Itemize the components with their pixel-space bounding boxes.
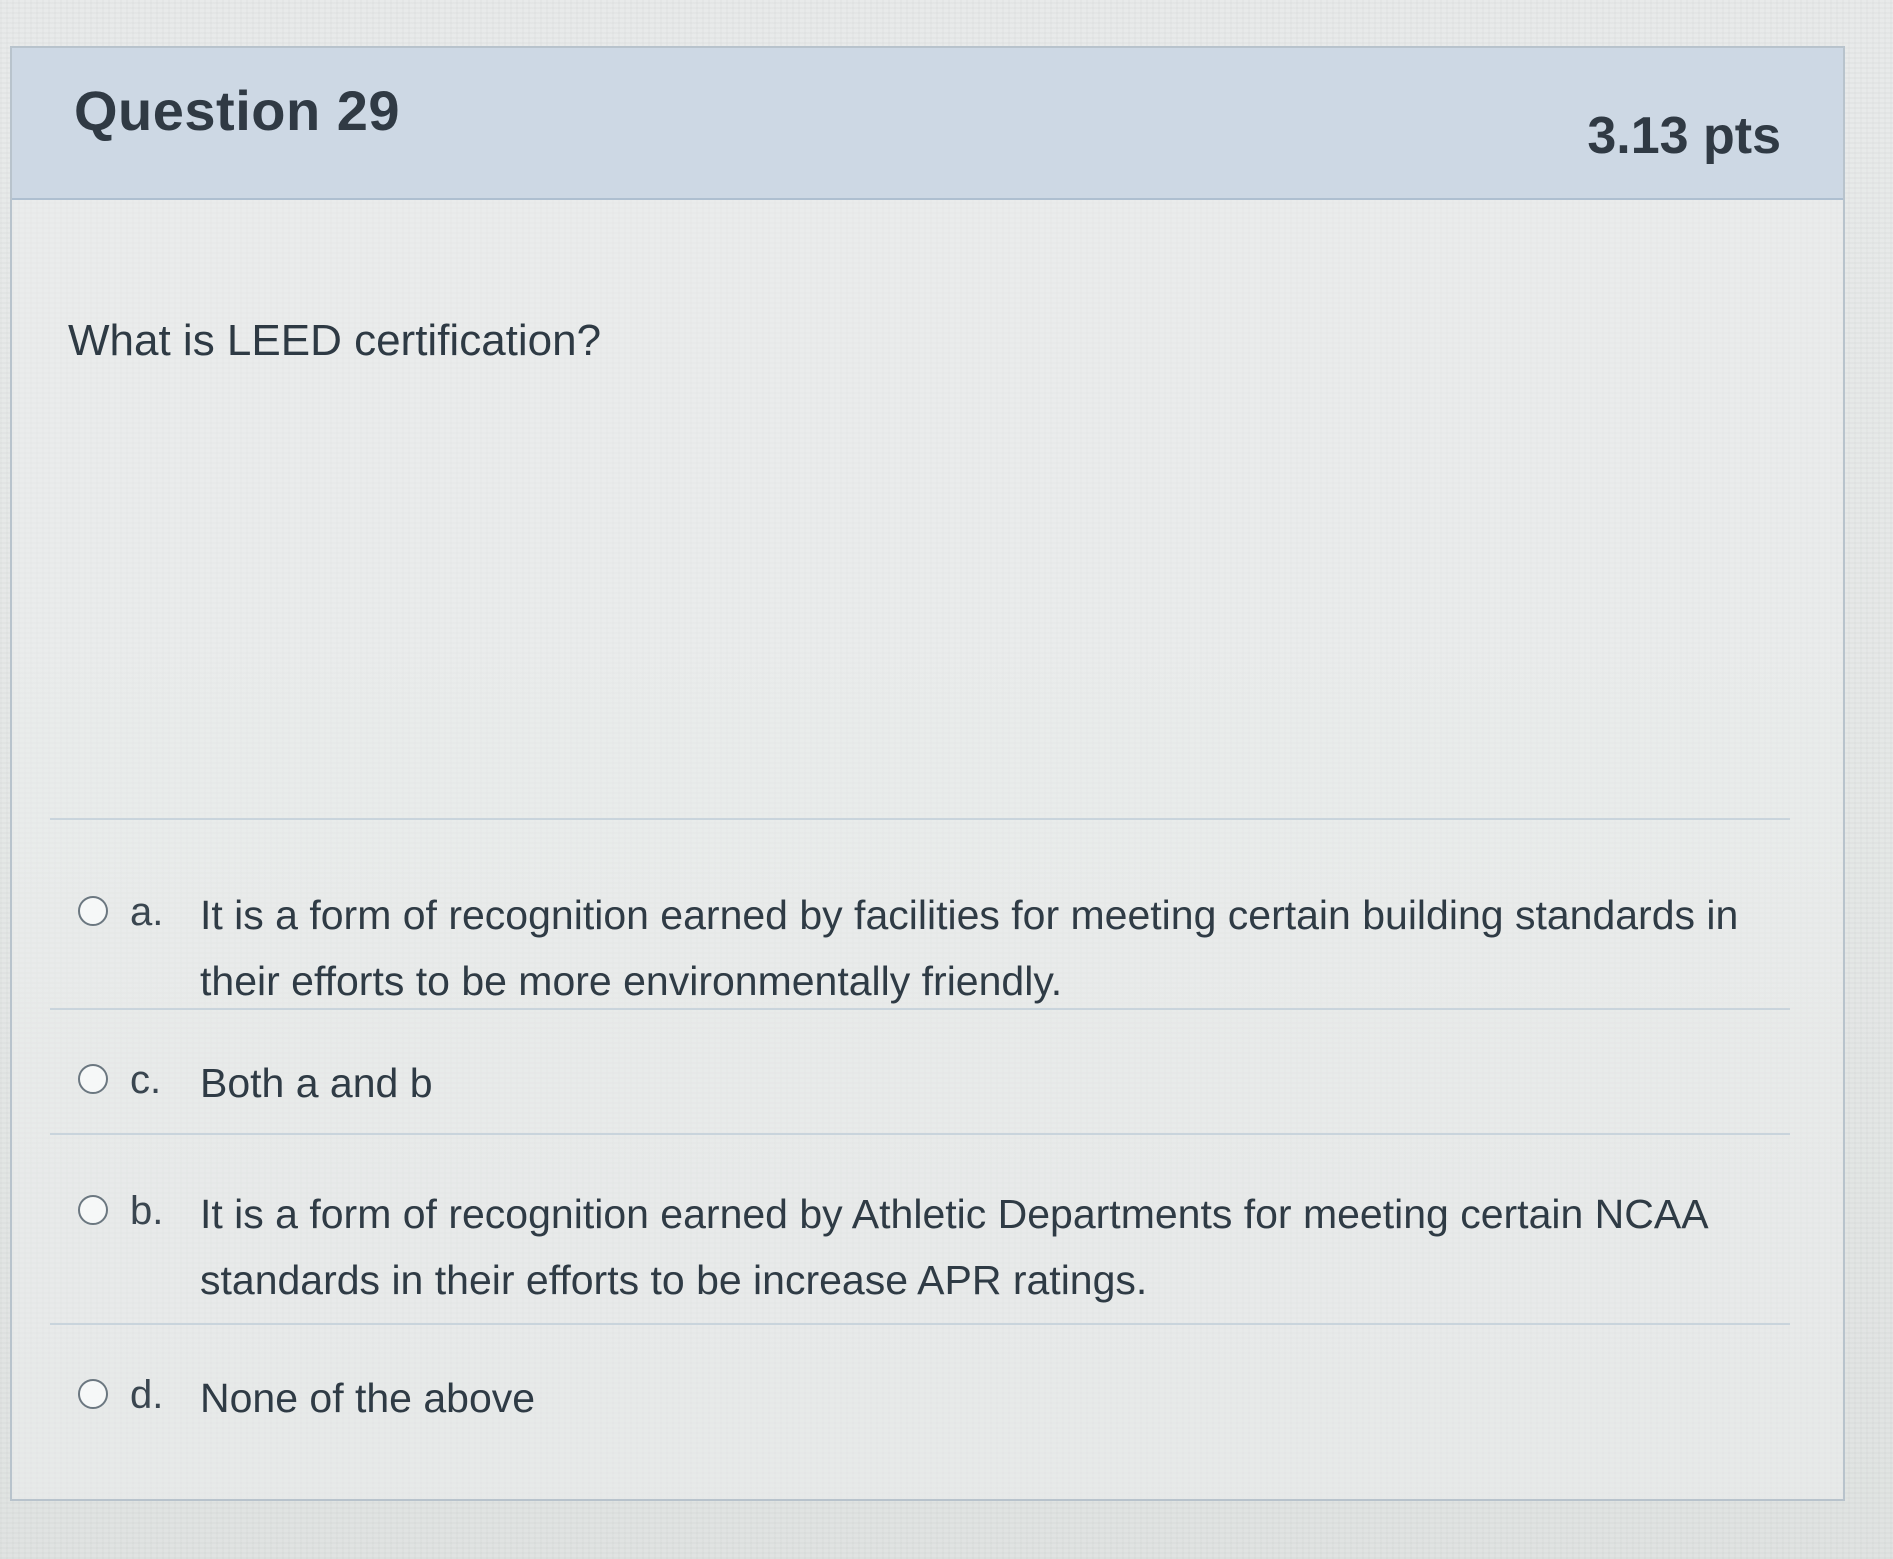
- answer-text-b: It is a form of recognition earned by At…: [200, 1191, 1707, 1303]
- answer-letter-a: a.: [130, 890, 164, 934]
- answer-option-a[interactable]: a. It is a form of recognition earned by…: [50, 818, 1790, 1008]
- radio-button-b[interactable]: [78, 1195, 108, 1225]
- question-text: What is LEED certification?: [68, 316, 602, 365]
- radio-button-d[interactable]: [78, 1379, 108, 1409]
- answer-list: a. It is a form of recognition earned by…: [50, 818, 1790, 1463]
- answer-letter-d: d.: [130, 1373, 164, 1417]
- answer-option-d[interactable]: d. None of the above: [50, 1323, 1790, 1463]
- answer-text-d: None of the above: [200, 1375, 536, 1421]
- answer-option-b[interactable]: b. It is a form of recognition earned by…: [50, 1133, 1790, 1323]
- question-card: Question 29 3.13 pts What is LEED certif…: [10, 46, 1845, 1501]
- radio-button-c[interactable]: [78, 1064, 108, 1094]
- answer-letter-c: c.: [130, 1058, 162, 1102]
- question-header: Question 29 3.13 pts: [12, 48, 1843, 200]
- answer-text-c: Both a and b: [200, 1060, 433, 1106]
- question-points: 3.13 pts: [1587, 107, 1781, 165]
- answer-letter-b: b.: [130, 1189, 164, 1233]
- question-title: Question 29: [74, 79, 401, 142]
- answer-option-c[interactable]: c. Both a and b: [50, 1008, 1790, 1133]
- answer-text-a: It is a form of recognition earned by fa…: [200, 892, 1739, 1004]
- radio-button-a[interactable]: [78, 896, 108, 926]
